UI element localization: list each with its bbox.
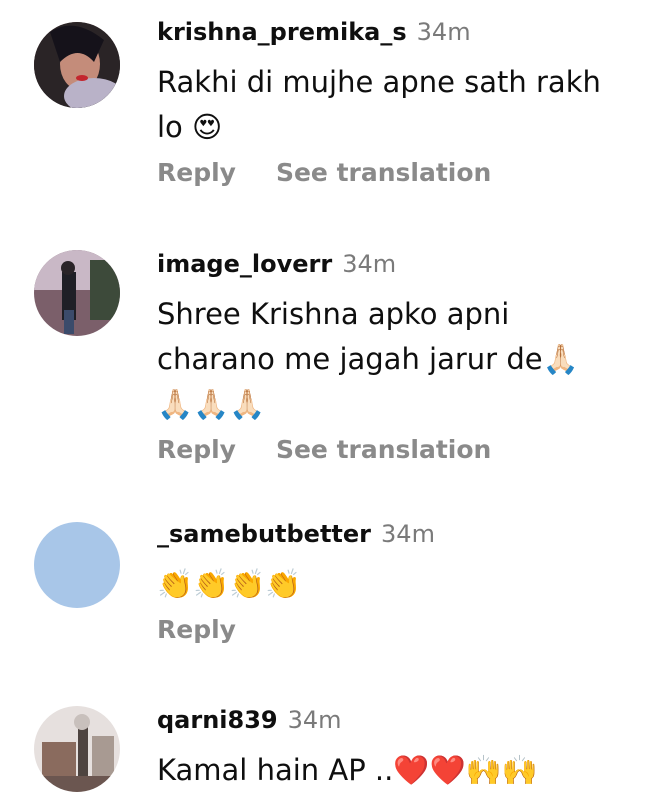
comment-timestamp: 34m bbox=[342, 250, 397, 278]
see-translation-button[interactable]: See translation bbox=[276, 435, 491, 464]
avatar[interactable] bbox=[34, 522, 120, 608]
comment-username[interactable]: krishna_premika_s bbox=[157, 18, 407, 46]
reply-button[interactable]: Reply bbox=[157, 158, 236, 187]
comment-username[interactable]: qarni839 bbox=[157, 706, 278, 734]
avatar[interactable] bbox=[34, 706, 120, 792]
avatar-image bbox=[34, 22, 120, 108]
reply-button[interactable]: Reply bbox=[157, 615, 236, 644]
comment-text: 👏👏👏👏 bbox=[157, 567, 302, 601]
comment-text: Kamal hain AP ..❤️❤️🙌🙌 bbox=[157, 753, 538, 787]
comment-timestamp: 34m bbox=[416, 18, 471, 46]
comment-timestamp: 34m bbox=[381, 520, 435, 548]
comment-text: Shree Krishna apko apni charano me jagah… bbox=[157, 297, 579, 421]
avatar-image bbox=[34, 706, 120, 792]
avatar[interactable] bbox=[34, 250, 120, 336]
reply-button[interactable]: Reply bbox=[157, 435, 236, 464]
see-translation-button[interactable]: See translation bbox=[276, 158, 491, 187]
comment-username[interactable]: image_loverr bbox=[157, 250, 332, 278]
avatar-image bbox=[34, 250, 120, 336]
comment-timestamp: 34m bbox=[287, 706, 342, 734]
avatar[interactable] bbox=[34, 22, 120, 108]
comment-username[interactable]: _samebutbetter bbox=[157, 520, 371, 548]
comment-text: Rakhi di mujhe apne sath rakh lo 😍 bbox=[157, 65, 601, 144]
